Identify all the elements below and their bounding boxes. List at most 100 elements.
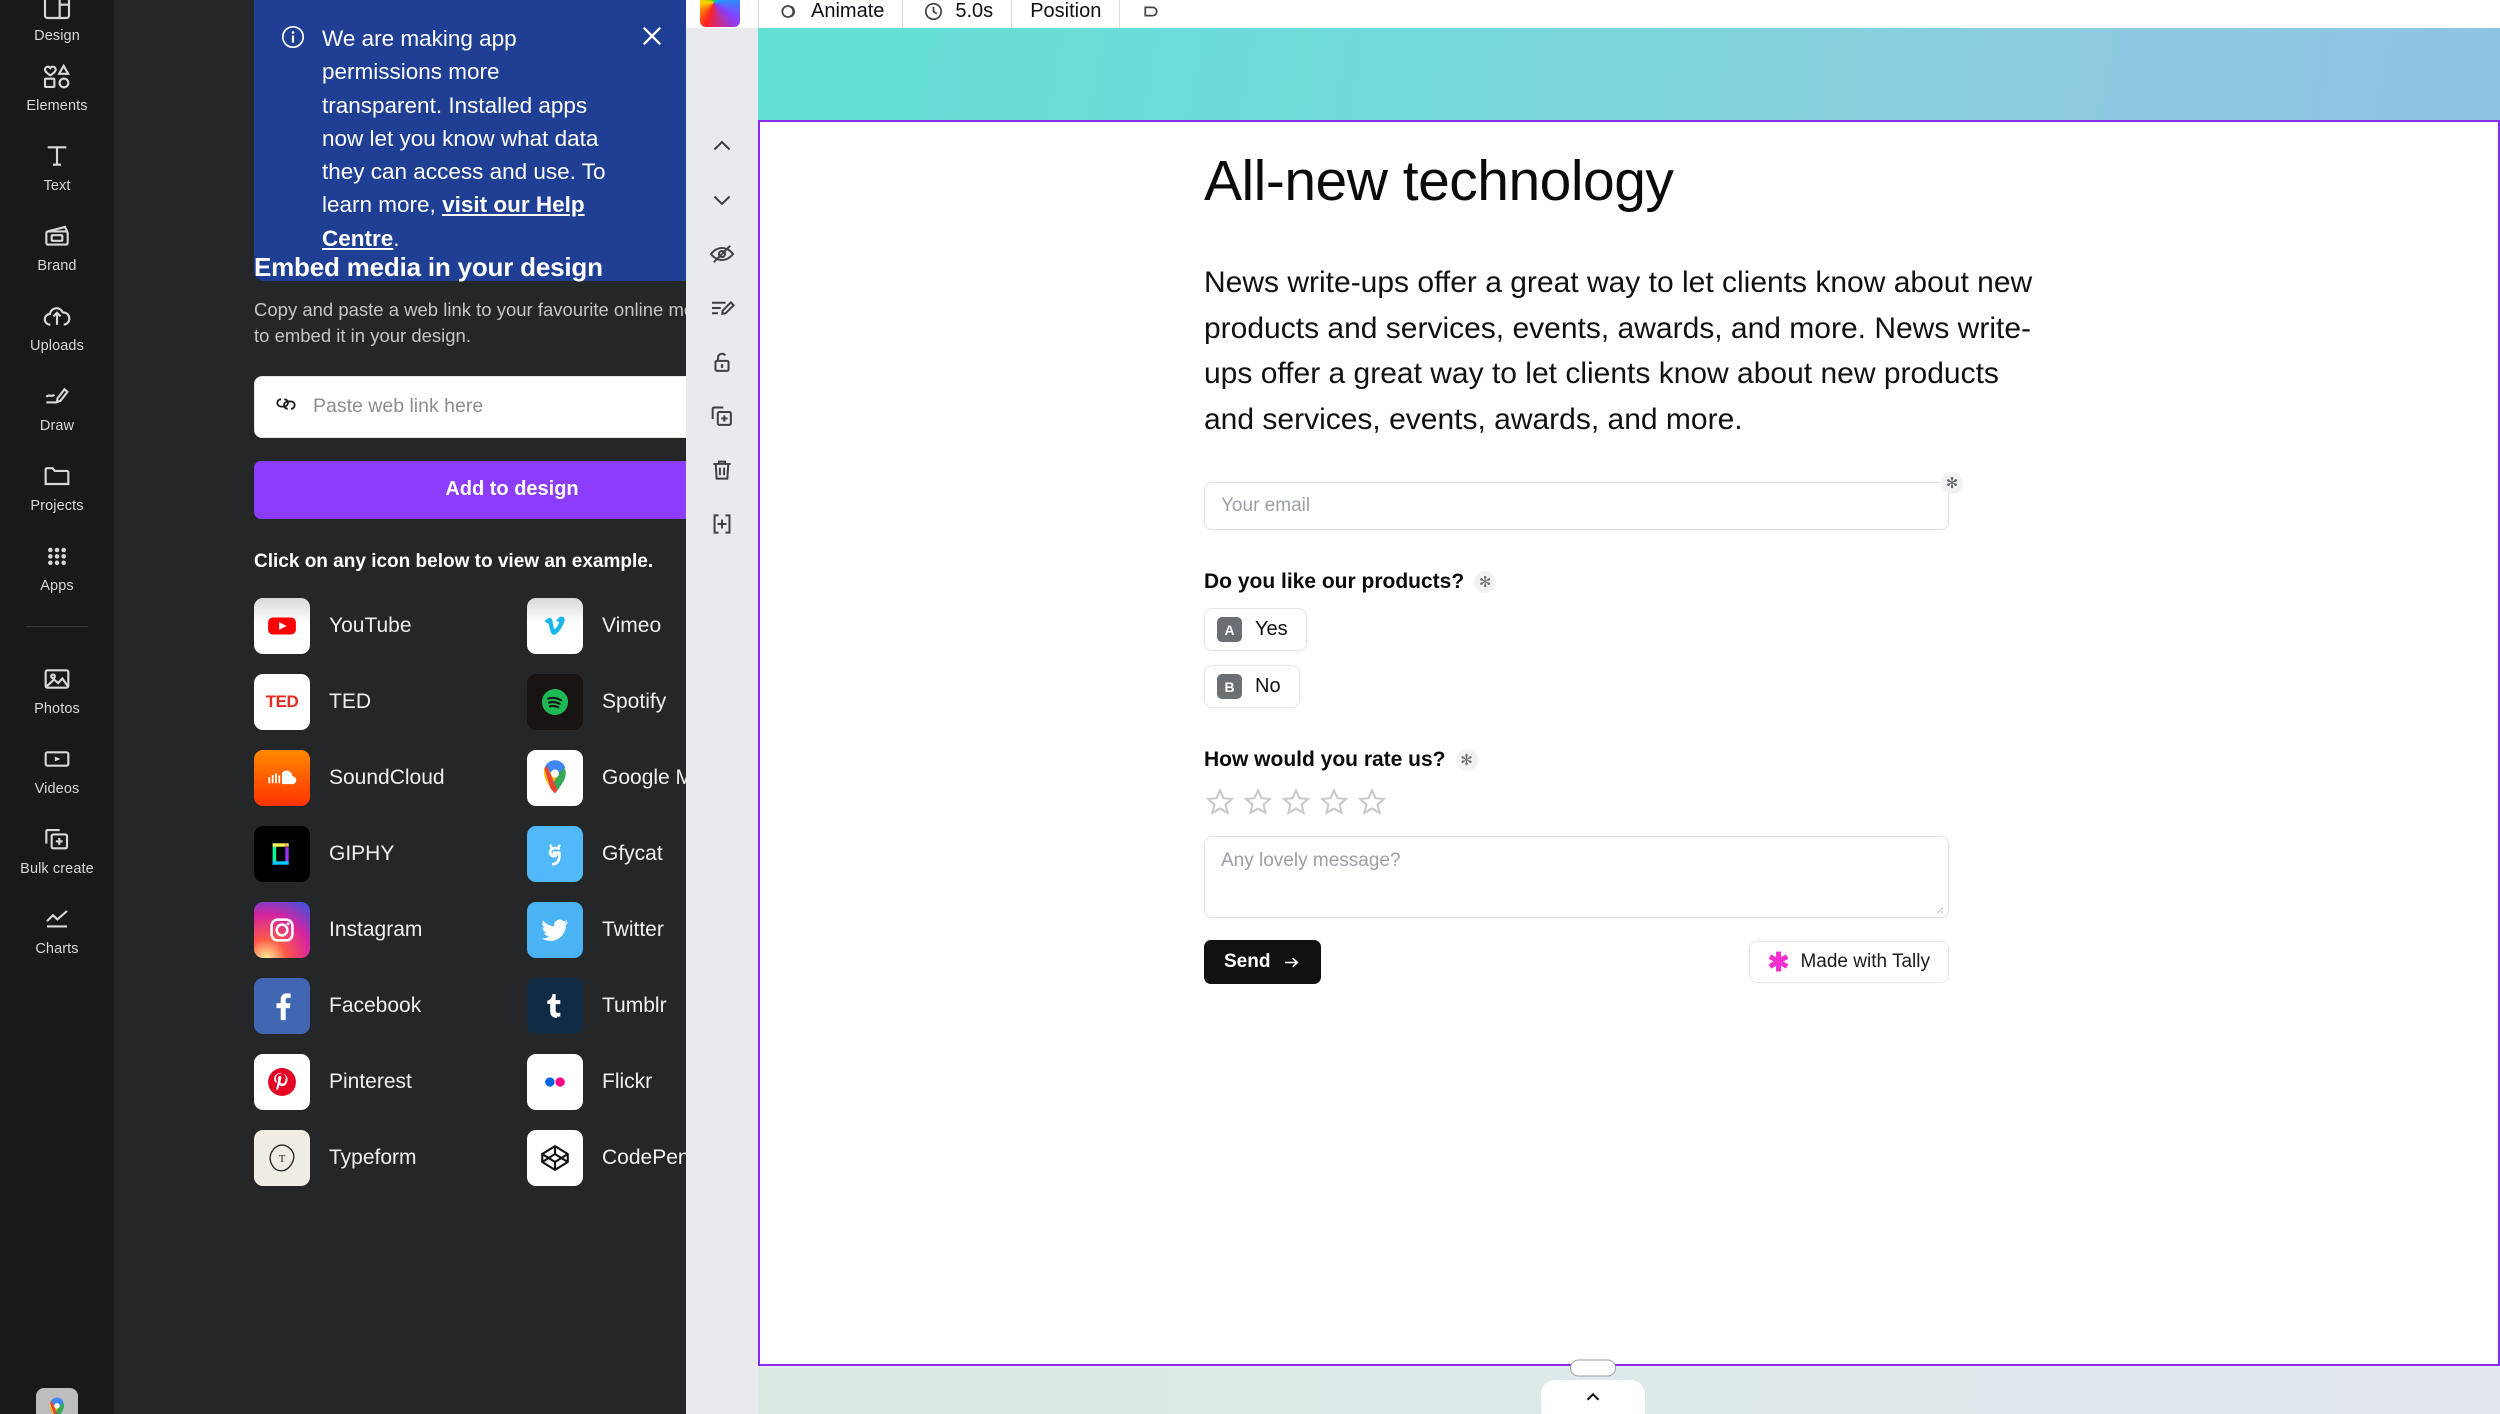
brand-icon — [40, 219, 74, 253]
svg-text:T: T — [279, 1153, 286, 1165]
sidebar-item-charts[interactable]: Charts — [0, 889, 114, 969]
projects-icon — [40, 459, 74, 493]
email-placeholder: Your email — [1221, 495, 1311, 517]
duplicate-page-button[interactable] — [700, 394, 744, 438]
link-icon — [273, 391, 299, 422]
codepen-icon — [527, 1129, 583, 1186]
message-field[interactable]: Any lovely message? — [1204, 836, 1949, 919]
banner-text: We are making app permissions more trans… — [322, 22, 622, 255]
sidebar-item-elements[interactable]: Elements — [0, 46, 114, 126]
spotify-icon — [527, 673, 583, 730]
sidebar-item-videos[interactable]: Videos — [0, 729, 114, 809]
info-icon — [280, 24, 306, 255]
lock-page-button[interactable] — [700, 340, 744, 384]
app-label: YouTube — [329, 613, 412, 637]
animate-icon — [781, 4, 795, 18]
embed-app-youtube[interactable]: YouTube — [254, 595, 497, 657]
embed-app-pinterest[interactable]: Pinterest — [254, 1051, 497, 1113]
embed-app-gfycat[interactable]: Gfycat — [527, 823, 686, 885]
typeform-icon: T — [254, 1129, 310, 1186]
canvas-page[interactable]: All-new technology News write-ups offer … — [758, 120, 2500, 1366]
embed-app-ted[interactable]: TED TED — [254, 671, 497, 733]
delete-page-button[interactable] — [700, 448, 744, 492]
color-swatch-button[interactable] — [700, 0, 740, 27]
embed-app-google-maps[interactable]: Google Maps — [527, 747, 686, 809]
question-1-option-no[interactable]: B No — [1204, 665, 1300, 709]
web-link-input-wrapper[interactable] — [254, 375, 686, 438]
text-icon — [40, 139, 74, 173]
photos-icon — [40, 662, 74, 696]
embed-app-codepen[interactable]: CodePen — [527, 1127, 686, 1189]
chevron-down-icon — [713, 195, 731, 206]
tally-embed-form: Your email ✻ Do you like our products? ✻… — [1204, 472, 1963, 985]
web-link-input[interactable] — [313, 395, 686, 419]
sidebar-item-photos[interactable]: Photos — [0, 649, 114, 729]
embed-app-facebook[interactable]: Facebook — [254, 975, 497, 1037]
embed-app-vimeo[interactable]: Vimeo — [527, 595, 686, 657]
made-with-tally-badge[interactable]: ✱ Made with Tally — [1748, 941, 1949, 984]
embed-app-typeform[interactable]: T Typeform — [254, 1127, 497, 1189]
move-down-button[interactable] — [700, 178, 744, 222]
sidebar-item-text[interactable]: Text — [0, 126, 114, 206]
embed-app-instagram[interactable]: Instagram — [254, 899, 497, 961]
question-1-option-yes[interactable]: A Yes — [1204, 608, 1307, 652]
question-2-required-badge: ✻ — [1455, 749, 1478, 772]
sidebar-item-bulk-create[interactable]: Bulk create — [0, 809, 114, 889]
sidebar-item-label: Photos — [34, 700, 80, 717]
question-2-text: How would you rate us? — [1204, 748, 1446, 772]
chevron-up-icon — [713, 140, 731, 151]
add-page-button[interactable] — [700, 502, 744, 546]
star-icon-4[interactable] — [1318, 786, 1350, 818]
design-body-text: News write-ups offer a great way to let … — [1204, 266, 2033, 436]
embed-app-spotify[interactable]: Spotify — [527, 671, 686, 733]
add-to-design-button[interactable]: Add to design — [254, 460, 686, 519]
sidebar-item-projects[interactable]: Projects — [0, 446, 114, 526]
star-icon-1[interactable] — [1204, 786, 1236, 818]
sidebar-item-label: Apps — [40, 577, 74, 594]
facebook-icon — [254, 977, 310, 1034]
sidebar-item-draw[interactable]: Draw — [0, 366, 114, 446]
instagram-icon — [254, 901, 310, 958]
move-up-button[interactable] — [700, 124, 744, 168]
embed-app-soundcloud[interactable]: SoundCloud — [254, 747, 497, 809]
youtube-icon — [254, 597, 310, 654]
sidebar-item-uploads[interactable]: Uploads — [0, 286, 114, 366]
panel-subtitle: Copy and paste a web link to your favour… — [254, 299, 686, 347]
top-toolbar: Animate 5.0s Position — [686, 0, 2500, 28]
star-icon-3[interactable] — [1280, 786, 1312, 818]
embed-app-flickr[interactable]: Flickr — [527, 1051, 686, 1113]
resize-handle-icon[interactable] — [1933, 903, 1944, 914]
app-label: Google Maps — [602, 765, 686, 789]
rating-stars[interactable] — [1204, 786, 1949, 818]
duration-button[interactable]: 5.0s — [921, 0, 993, 24]
ted-icon: TED — [254, 673, 310, 730]
page-tools — [686, 120, 758, 546]
rail-google-maps-app-icon[interactable] — [36, 1388, 78, 1414]
close-icon[interactable] — [638, 22, 666, 255]
embed-app-giphy[interactable]: GIPHY — [254, 823, 497, 885]
embed-app-tumblr[interactable]: Tumblr — [527, 975, 686, 1037]
toolbar-divider — [758, 0, 759, 28]
star-icon-2[interactable] — [1242, 786, 1274, 818]
hide-page-button[interactable] — [700, 232, 744, 276]
page-resize-grip[interactable] — [1570, 1359, 1616, 1377]
app-label: Twitter — [602, 917, 664, 941]
app-label: Flickr — [602, 1069, 653, 1093]
animate-button[interactable]: Animate — [777, 0, 884, 24]
draw-icon — [40, 379, 74, 413]
question-1-label: Do you like our products? ✻ — [1204, 570, 1949, 594]
transparency-button[interactable] — [1138, 0, 1163, 24]
rename-page-button[interactable] — [700, 286, 744, 330]
position-button[interactable]: Position — [1030, 0, 1101, 23]
sidebar-item-apps[interactable]: Apps — [0, 526, 114, 606]
app-label: Spotify — [602, 689, 667, 713]
email-field[interactable]: Your email — [1204, 482, 1949, 531]
embed-app-twitter[interactable]: Twitter — [527, 899, 686, 961]
scroll-up-button[interactable] — [1541, 1380, 1645, 1414]
bulk-create-icon — [40, 822, 74, 856]
sidebar-item-label: Elements — [26, 97, 88, 114]
send-button[interactable]: Send — [1204, 940, 1322, 985]
sidebar-item-design[interactable]: Design — [0, 0, 114, 46]
star-icon-5[interactable] — [1356, 786, 1388, 818]
sidebar-item-brand[interactable]: Brand — [0, 206, 114, 286]
